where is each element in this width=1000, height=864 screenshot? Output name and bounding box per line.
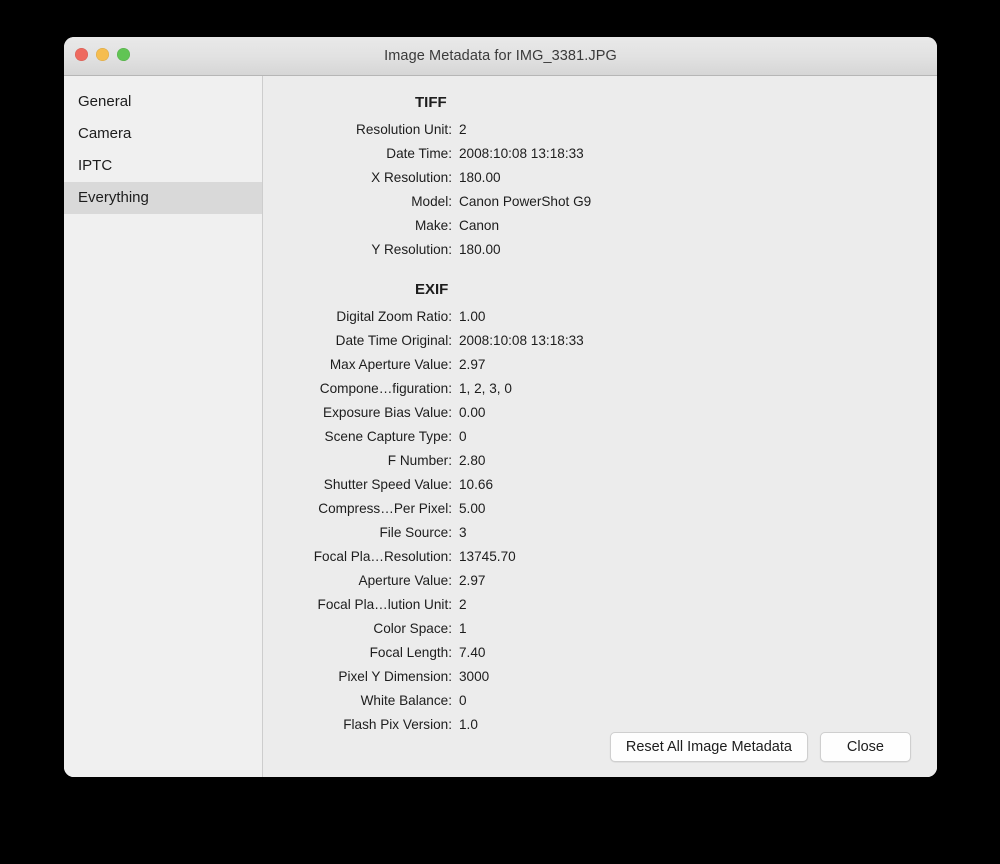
row-value: Canon xyxy=(459,218,500,233)
row-label: Date Time: xyxy=(386,146,452,161)
row-label: Max Aperture Value: xyxy=(329,357,452,372)
section-title-tiff: TIFF xyxy=(415,94,447,111)
row-label: File Source: xyxy=(379,525,452,540)
table-row: F Number: 2.80 xyxy=(263,449,937,473)
row-label: Focal Pla…Resolution: xyxy=(313,549,452,564)
close-window-button[interactable] xyxy=(75,48,88,61)
row-label: F Number: xyxy=(387,453,452,468)
row-label: Pixel Y Dimension: xyxy=(338,669,452,684)
row-value: 10.66 xyxy=(459,477,494,492)
section-title-exif: EXIF xyxy=(415,281,449,298)
table-row: Y Resolution: 180.00 xyxy=(263,238,937,262)
row-value: 180.00 xyxy=(459,170,501,185)
row-label: Resolution Unit: xyxy=(356,122,452,137)
row-value: 2008:10:08 13:18:33 xyxy=(459,146,584,161)
image-metadata-window: Image Metadata for IMG_3381.JPG General … xyxy=(64,37,937,777)
metadata-scroll-area[interactable]: TIFF Resolution Unit: 2 Date Time: 2008:… xyxy=(263,76,937,777)
table-row: Compress…Per Pixel: 5.00 xyxy=(263,497,937,521)
section-divider xyxy=(263,262,937,280)
row-label: Compress…Per Pixel: xyxy=(318,501,452,516)
sidebar-item-camera[interactable]: Camera xyxy=(64,118,262,150)
table-row: Max Aperture Value: 2.97 xyxy=(263,353,937,377)
row-value: 1.00 xyxy=(459,309,486,324)
table-row: X Resolution: 180.00 xyxy=(263,166,937,190)
table-row: Focal Length: 7.40 xyxy=(263,641,937,665)
row-value: 2.97 xyxy=(459,357,486,372)
sidebar-item-iptc[interactable]: IPTC xyxy=(64,150,262,182)
table-row: Scene Capture Type: 0 xyxy=(263,425,937,449)
row-value: 0.00 xyxy=(459,405,486,420)
minimize-window-button[interactable] xyxy=(96,48,109,61)
window-title: Image Metadata for IMG_3381.JPG xyxy=(384,48,617,64)
table-row: White Balance: 0 xyxy=(263,689,937,713)
row-label: Compone…figuration: xyxy=(319,381,452,396)
row-label: Focal Length: xyxy=(369,645,452,660)
row-label: Scene Capture Type: xyxy=(324,429,452,444)
table-row: Model: Canon PowerShot G9 xyxy=(263,190,937,214)
reset-all-image-metadata-button[interactable]: Reset All Image Metadata xyxy=(609,732,808,762)
row-label: Exposure Bias Value: xyxy=(323,405,452,420)
window-body: General Camera IPTC Everything TIFF Reso… xyxy=(64,76,937,777)
row-value: 3000 xyxy=(459,669,490,684)
sidebar-item-general[interactable]: General xyxy=(64,86,262,118)
row-label: Shutter Speed Value: xyxy=(323,477,452,492)
table-row: Shutter Speed Value: 10.66 xyxy=(263,473,937,497)
row-value: 2.97 xyxy=(459,573,486,588)
close-button[interactable]: Close xyxy=(819,732,911,762)
table-row: Resolution Unit: 2 xyxy=(263,118,937,142)
row-value: 2 xyxy=(459,597,467,612)
table-row: File Source: 3 xyxy=(263,521,937,545)
row-label: Digital Zoom Ratio: xyxy=(336,309,452,324)
row-value: 1 xyxy=(459,621,467,636)
metadata-content-panel: TIFF Resolution Unit: 2 Date Time: 2008:… xyxy=(263,76,937,777)
row-value: 13745.70 xyxy=(459,549,516,564)
row-value: 2.80 xyxy=(459,453,486,468)
row-value: 7.40 xyxy=(459,645,486,660)
row-value: 180.00 xyxy=(459,242,501,257)
row-label: Aperture Value: xyxy=(358,573,452,588)
sidebar-item-everything[interactable]: Everything xyxy=(64,182,262,214)
row-label: Focal Pla…lution Unit: xyxy=(317,597,452,612)
row-label: Date Time Original: xyxy=(335,333,452,348)
table-row: Focal Pla…lution Unit: 2 xyxy=(263,593,937,617)
row-label: Color Space: xyxy=(373,621,452,636)
row-label: Make: xyxy=(414,218,452,233)
row-value: 2008:10:08 13:18:33 xyxy=(459,333,584,348)
table-row: Make: Canon xyxy=(263,214,937,238)
row-value: Canon PowerShot G9 xyxy=(459,194,592,209)
maximize-window-button[interactable] xyxy=(117,48,130,61)
table-row: Pixel Y Dimension: 3000 xyxy=(263,665,937,689)
row-label: Y Resolution: xyxy=(371,242,452,257)
row-label: White Balance: xyxy=(360,693,452,708)
row-value: 5.00 xyxy=(459,501,486,516)
window-controls xyxy=(75,48,130,61)
row-value: 1, 2, 3, 0 xyxy=(459,381,512,396)
table-row: Date Time Original: 2008:10:08 13:18:33 xyxy=(263,329,937,353)
table-row: Color Space: 1 xyxy=(263,617,937,641)
table-row: Date Time: 2008:10:08 13:18:33 xyxy=(263,142,937,166)
table-row: Focal Pla…Resolution: 13745.70 xyxy=(263,545,937,569)
category-sidebar: General Camera IPTC Everything xyxy=(64,76,263,777)
table-row: Exposure Bias Value: 0.00 xyxy=(263,401,937,425)
dialog-button-bar: Reset All Image Metadata Close xyxy=(609,732,911,762)
row-value: 0 xyxy=(459,693,467,708)
row-label: X Resolution: xyxy=(371,170,452,185)
window-titlebar[interactable]: Image Metadata for IMG_3381.JPG xyxy=(64,37,937,76)
table-row: Aperture Value: 2.97 xyxy=(263,569,937,593)
row-value: 0 xyxy=(459,429,467,444)
row-label: Flash Pix Version: xyxy=(343,717,452,732)
table-row: Digital Zoom Ratio: 1.00 xyxy=(263,305,937,329)
row-label: Model: xyxy=(411,194,452,209)
row-value: 3 xyxy=(459,525,467,540)
row-value: 2 xyxy=(459,122,467,137)
table-row: Compone…figuration: 1, 2, 3, 0 xyxy=(263,377,937,401)
